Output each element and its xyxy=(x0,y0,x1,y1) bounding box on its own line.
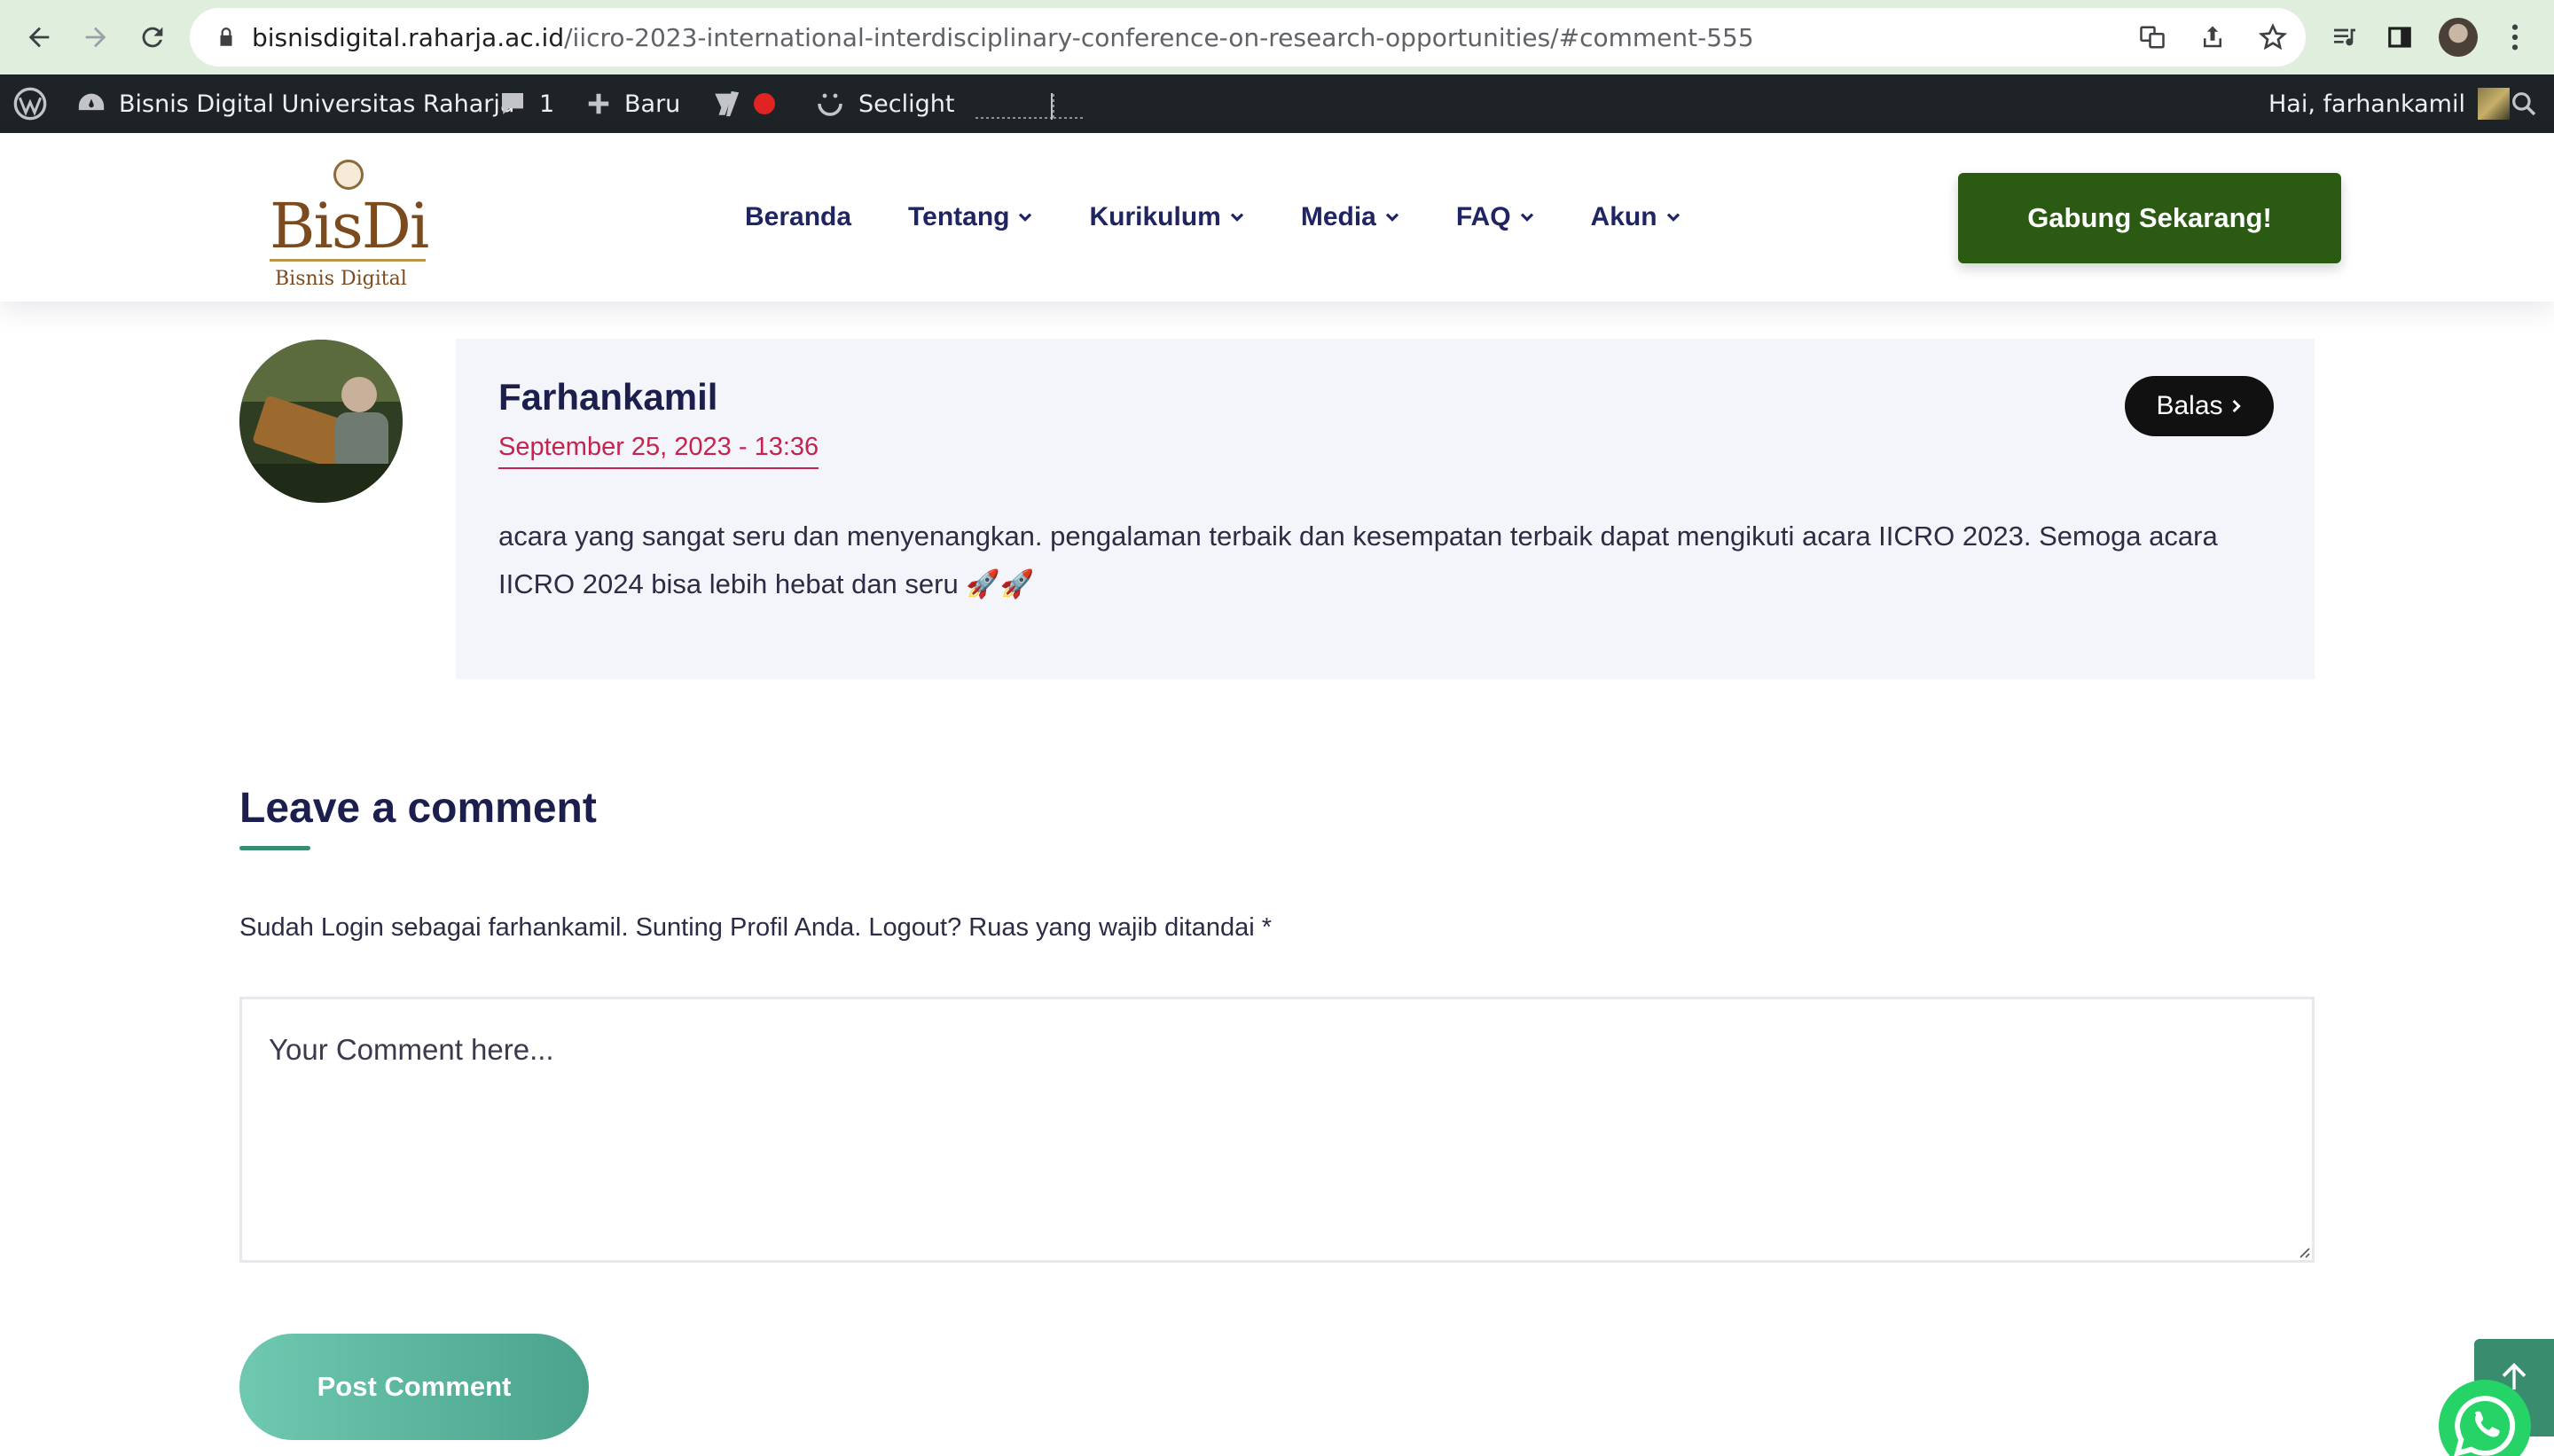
admin-avatar xyxy=(2477,88,2510,120)
reload-button[interactable] xyxy=(133,18,172,57)
reply-label: Balas xyxy=(2156,391,2223,420)
admin-new-label: Baru xyxy=(624,90,681,118)
search-icon xyxy=(2512,92,2536,116)
comment-date-link[interactable]: September 25, 2023 - 13:36 xyxy=(498,433,819,469)
logo-emblem-icon xyxy=(333,160,364,190)
admin-site-label: Bisnis Digital Universitas Raharja xyxy=(119,90,515,118)
profile-avatar[interactable] xyxy=(2437,16,2480,59)
logo-divider xyxy=(270,259,426,262)
yoast-icon xyxy=(715,90,740,117)
dashboard-icon xyxy=(78,93,105,111)
chevron-right-icon xyxy=(2232,399,2241,413)
admin-new[interactable]: Baru xyxy=(585,74,680,133)
side-panel-icon[interactable] xyxy=(2378,16,2421,59)
whatsapp-icon xyxy=(2454,1396,2516,1456)
admin-comments[interactable]: 1 xyxy=(498,74,554,133)
nav-item-media[interactable]: Media xyxy=(1301,202,1399,232)
nav-label: FAQ xyxy=(1455,202,1511,231)
site-header: BisDi Bisnis Digital Beranda Tentang Kur… xyxy=(0,133,2554,301)
url-host: bisnisdigital.raharja.ac.id xyxy=(252,23,565,52)
whatsapp-chat-button[interactable] xyxy=(2439,1380,2531,1456)
nav-item-faq[interactable]: FAQ xyxy=(1456,202,1534,232)
arrow-right-icon xyxy=(85,27,106,48)
back-button[interactable] xyxy=(20,18,59,57)
browser-toolbar: bisnisdigital.raharja.ac.id/iicro-2023-i… xyxy=(0,0,2554,74)
reload-icon xyxy=(142,27,163,48)
translate-icon[interactable] xyxy=(2135,20,2169,54)
seclight-icon xyxy=(818,93,842,116)
nav-label: Kurikulum xyxy=(1089,202,1221,231)
nav-item-tentang[interactable]: Tentang xyxy=(908,202,1032,232)
logged-in-notice: Sudah Login sebagai farhankamil. Sunting… xyxy=(239,913,1273,942)
reply-button[interactable]: Balas xyxy=(2125,376,2274,436)
chevron-down-icon xyxy=(1230,213,1243,222)
nav-item-beranda[interactable]: Beranda xyxy=(745,202,851,232)
kebab-menu-icon[interactable] xyxy=(2494,16,2536,59)
nav-label: Akun xyxy=(1590,202,1657,231)
comment-textarea[interactable] xyxy=(239,997,2315,1263)
comment-card: Farhankamil September 25, 2023 - 13:36 B… xyxy=(456,339,2315,679)
url-text: bisnisdigital.raharja.ac.id/iicro-2023-i… xyxy=(252,23,1754,52)
forward-button[interactable] xyxy=(76,18,115,57)
logo-sub-text: Bisnis Digital xyxy=(275,268,407,290)
seo-status-dot xyxy=(754,93,775,114)
nav-label: Tentang xyxy=(908,202,1010,231)
chevron-down-icon xyxy=(1520,213,1533,222)
nav-item-akun[interactable]: Akun xyxy=(1591,202,1680,232)
nav-item-kurikulum[interactable]: Kurikulum xyxy=(1089,202,1243,232)
admin-seo[interactable] xyxy=(711,74,775,133)
nav-label: Beranda xyxy=(745,202,852,231)
admin-greeting: Hai, farhankamil xyxy=(2268,90,2465,118)
chevron-down-icon xyxy=(1666,213,1680,222)
admin-activity-sparkline xyxy=(975,74,1085,133)
wordpress-icon xyxy=(13,87,47,121)
chevron-down-icon xyxy=(1385,213,1399,222)
comment-author-avatar xyxy=(239,340,403,503)
bookmark-star-icon[interactable] xyxy=(2256,20,2290,54)
chevron-down-icon xyxy=(1019,213,1032,222)
arrow-left-icon xyxy=(28,27,50,48)
post-comment-button[interactable]: Post Comment xyxy=(239,1334,589,1440)
wp-logo-menu[interactable] xyxy=(12,74,48,133)
share-icon[interactable] xyxy=(2196,20,2229,54)
comment-bubble-icon xyxy=(502,93,523,114)
join-now-button[interactable]: Gabung Sekarang! xyxy=(1958,173,2341,263)
resize-grip-icon[interactable] xyxy=(2295,1243,2311,1259)
admin-account[interactable]: Hai, farhankamil xyxy=(2268,74,2510,133)
main-nav: Beranda Tentang Kurikulum Media FAQ Akun xyxy=(745,133,1737,301)
wp-admin-bar: Bisnis Digital Universitas Raharja 1 Bar… xyxy=(0,74,2554,133)
media-control-icon[interactable] xyxy=(2323,16,2366,59)
comment-body: acara yang sangat seru dan menyenangkan.… xyxy=(498,521,2218,599)
comments-count: 1 xyxy=(539,90,555,118)
address-bar[interactable]: bisnisdigital.raharja.ac.id/iicro-2023-i… xyxy=(190,8,2306,67)
heading-underline xyxy=(239,846,310,850)
admin-seclight[interactable]: Seclight xyxy=(814,74,954,133)
leave-comment-heading: Leave a comment xyxy=(239,785,597,832)
admin-search[interactable] xyxy=(2510,74,2538,133)
seclight-label: Seclight xyxy=(858,90,955,118)
admin-site-name[interactable]: Bisnis Digital Universitas Raharja xyxy=(76,74,514,133)
comment-author-name[interactable]: Farhankamil xyxy=(498,376,717,419)
plus-icon xyxy=(588,93,609,114)
lock-icon xyxy=(220,27,232,46)
logo-main-text: BisDi xyxy=(270,190,429,262)
url-path: /iicro-2023-international-interdisciplin… xyxy=(564,23,1754,52)
nav-label: Media xyxy=(1300,202,1376,231)
site-logo[interactable]: BisDi Bisnis Digital xyxy=(266,160,435,290)
